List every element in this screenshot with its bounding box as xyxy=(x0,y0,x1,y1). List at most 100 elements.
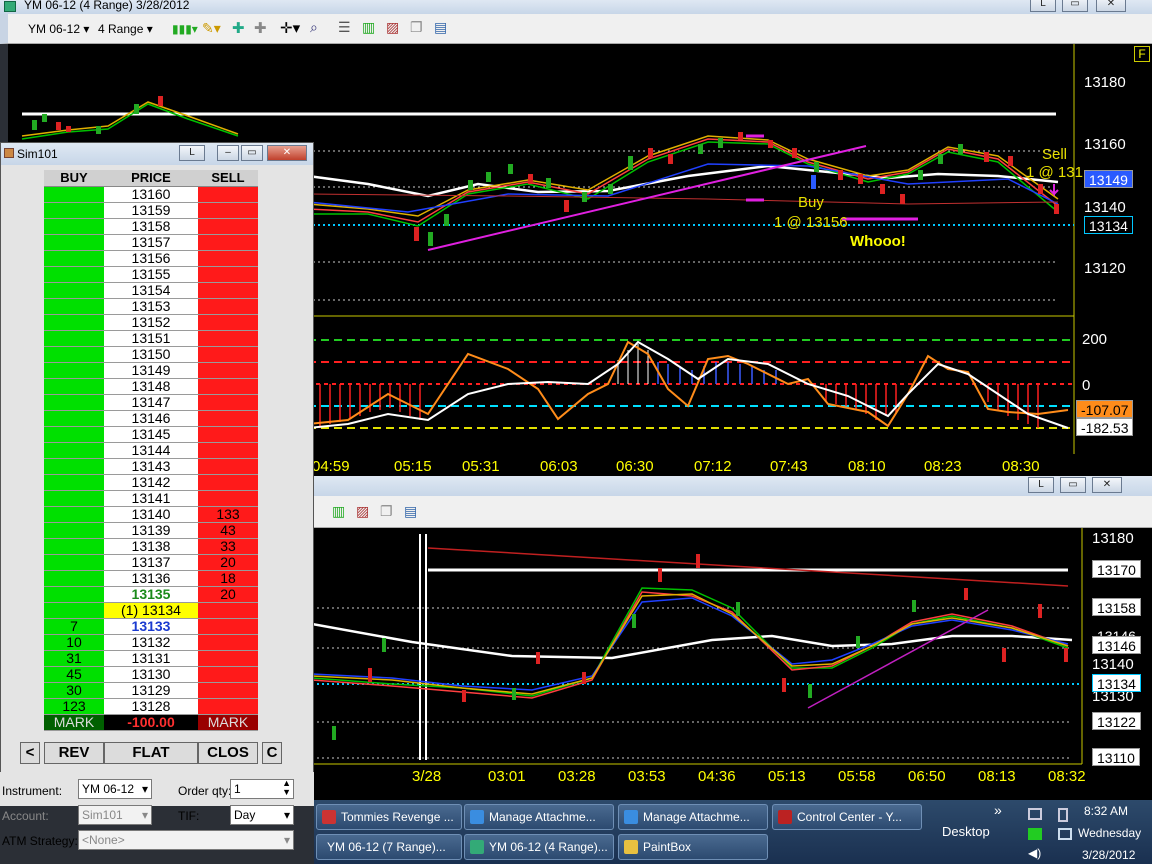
dom-minimize-l-button[interactable]: L xyxy=(179,145,205,161)
price-cell[interactable]: 13160 xyxy=(104,186,198,203)
sell-cell[interactable] xyxy=(198,346,258,363)
price-cell[interactable]: 13137 xyxy=(104,554,198,571)
bottom-databox-icon[interactable]: ▤ xyxy=(404,503,417,520)
price-cell[interactable]: 13141 xyxy=(104,490,198,507)
buy-cell[interactable] xyxy=(44,410,104,427)
minimize-main-button[interactable]: L xyxy=(1030,0,1056,12)
price-cell[interactable]: 13133 xyxy=(104,618,198,635)
taskbar-item-manage-1[interactable]: Manage Attachme... xyxy=(464,804,614,830)
buy-cell[interactable] xyxy=(44,282,104,299)
sell-cell[interactable] xyxy=(198,474,258,491)
price-cell[interactable]: 13140 xyxy=(104,506,198,523)
sell-cell[interactable] xyxy=(198,394,258,411)
sell-cell[interactable] xyxy=(198,282,258,299)
flag-icon[interactable] xyxy=(1028,828,1042,840)
sell-cell[interactable] xyxy=(198,458,258,475)
price-cell[interactable]: (1) 13134 xyxy=(104,602,198,619)
order-qty-stepper[interactable]: 1 ▲ ▼ xyxy=(230,779,294,799)
sell-cell[interactable]: 20 xyxy=(198,554,258,571)
price-cell[interactable]: 13149 xyxy=(104,362,198,379)
mark-right[interactable]: MARK xyxy=(198,714,258,731)
buy-cell[interactable] xyxy=(44,314,104,331)
sell-cell[interactable] xyxy=(198,698,258,715)
sell-cell[interactable] xyxy=(198,362,258,379)
clock-time[interactable]: 8:32 AM xyxy=(1084,804,1128,818)
taskbar-item-paintbox[interactable]: PaintBox xyxy=(618,834,768,860)
price-cell[interactable]: 13155 xyxy=(104,266,198,283)
dom-restore-button[interactable]: ▭ xyxy=(241,145,263,161)
buy-cell[interactable]: 10 xyxy=(44,634,104,651)
sell-cell[interactable] xyxy=(198,410,258,427)
pin-icon[interactable]: ✚ xyxy=(254,19,267,37)
price-cell[interactable]: 13145 xyxy=(104,426,198,443)
power-icon[interactable] xyxy=(1058,808,1068,822)
instrument-form-select[interactable]: YM 06-12 ▾ xyxy=(78,779,152,799)
buy-cell[interactable] xyxy=(44,506,104,523)
price-cell[interactable]: 13128 xyxy=(104,698,198,715)
network-icon[interactable] xyxy=(1028,808,1042,820)
price-cell[interactable]: 13131 xyxy=(104,650,198,667)
indicators-icon[interactable]: ▥ xyxy=(362,19,375,36)
zoom-icon[interactable]: ⌕ xyxy=(310,19,318,36)
close-position-button[interactable]: CLOS xyxy=(198,742,258,764)
sell-cell[interactable]: 18 xyxy=(198,570,258,587)
sell-cell[interactable] xyxy=(198,298,258,315)
sell-cell[interactable] xyxy=(198,650,258,667)
sell-cell[interactable] xyxy=(198,682,258,699)
buy-cell[interactable] xyxy=(44,346,104,363)
price-cell[interactable]: 13132 xyxy=(104,634,198,651)
dom-close-button[interactable]: ✕ xyxy=(267,145,307,161)
price-cell[interactable]: 13147 xyxy=(104,394,198,411)
buy-cell[interactable]: 30 xyxy=(44,682,104,699)
bottom-copy-icon[interactable]: ❐ xyxy=(380,503,393,520)
buy-cell[interactable] xyxy=(44,538,104,555)
price-cell[interactable]: 13130 xyxy=(104,666,198,683)
sell-cell[interactable] xyxy=(198,266,258,283)
price-cell[interactable]: 13139 xyxy=(104,522,198,539)
buy-cell[interactable] xyxy=(44,362,104,379)
taskbar-item-control-center[interactable]: Control Center - Y... xyxy=(772,804,922,830)
instrument-selector[interactable]: YM 06-12 ▾ xyxy=(28,22,89,36)
price-cell[interactable]: 13150 xyxy=(104,346,198,363)
price-cell[interactable]: 13148 xyxy=(104,378,198,395)
price-cell[interactable]: 13154 xyxy=(104,282,198,299)
price-cell[interactable]: 13135 xyxy=(104,586,198,603)
sell-cell[interactable]: 20 xyxy=(198,586,258,603)
sell-cell[interactable] xyxy=(198,202,258,219)
close-bottom-button[interactable]: ✕ xyxy=(1092,477,1122,493)
flatten-button[interactable]: FLAT xyxy=(104,742,198,764)
clock-day[interactable]: Wednesday xyxy=(1078,826,1141,840)
crosshair-icon[interactable]: ✛▾ xyxy=(280,19,300,37)
data-box-icon[interactable]: ▤ xyxy=(434,19,447,36)
buy-cell[interactable]: 7 xyxy=(44,618,104,635)
buy-cell[interactable] xyxy=(44,602,104,619)
properties-icon[interactable]: ☰ xyxy=(338,19,351,36)
sell-cell[interactable] xyxy=(198,234,258,251)
buy-cell[interactable] xyxy=(44,266,104,283)
bottom-strategies-icon[interactable]: ▨ xyxy=(356,503,369,520)
bottom-price-chart[interactable]: 13180 13140 13130 13170 13158 13146 1314… xyxy=(312,528,1152,800)
clock-date[interactable]: 3/28/2012 xyxy=(1082,848,1135,862)
buy-cell[interactable] xyxy=(44,554,104,571)
price-cell[interactable]: 13143 xyxy=(104,458,198,475)
f-marker[interactable]: F xyxy=(1134,46,1150,62)
reverse-button[interactable]: REV xyxy=(44,742,104,764)
price-cell[interactable]: 13136 xyxy=(104,570,198,587)
buy-cell[interactable] xyxy=(44,586,104,603)
buy-cell[interactable] xyxy=(44,202,104,219)
price-cell[interactable]: 13129 xyxy=(104,682,198,699)
cancel-orders-button[interactable]: C xyxy=(262,742,282,764)
dom-minimize-button[interactable]: – xyxy=(217,145,239,161)
sell-cell[interactable] xyxy=(198,314,258,331)
sell-cell[interactable] xyxy=(198,634,258,651)
crosshair-plus-icon[interactable]: ✚ xyxy=(232,19,245,37)
price-cell[interactable]: 13157 xyxy=(104,234,198,251)
restore-main-button[interactable]: ▭ xyxy=(1062,0,1088,12)
price-cell[interactable]: 13152 xyxy=(104,314,198,331)
buy-cell[interactable] xyxy=(44,298,104,315)
stepper-arrows-icon[interactable]: ▲ ▼ xyxy=(282,779,291,797)
copy-icon[interactable]: ❐ xyxy=(410,19,423,36)
taskbar-item-tommies[interactable]: Tommies Revenge ... xyxy=(316,804,462,830)
buy-cell[interactable] xyxy=(44,522,104,539)
buy-cell[interactable] xyxy=(44,330,104,347)
